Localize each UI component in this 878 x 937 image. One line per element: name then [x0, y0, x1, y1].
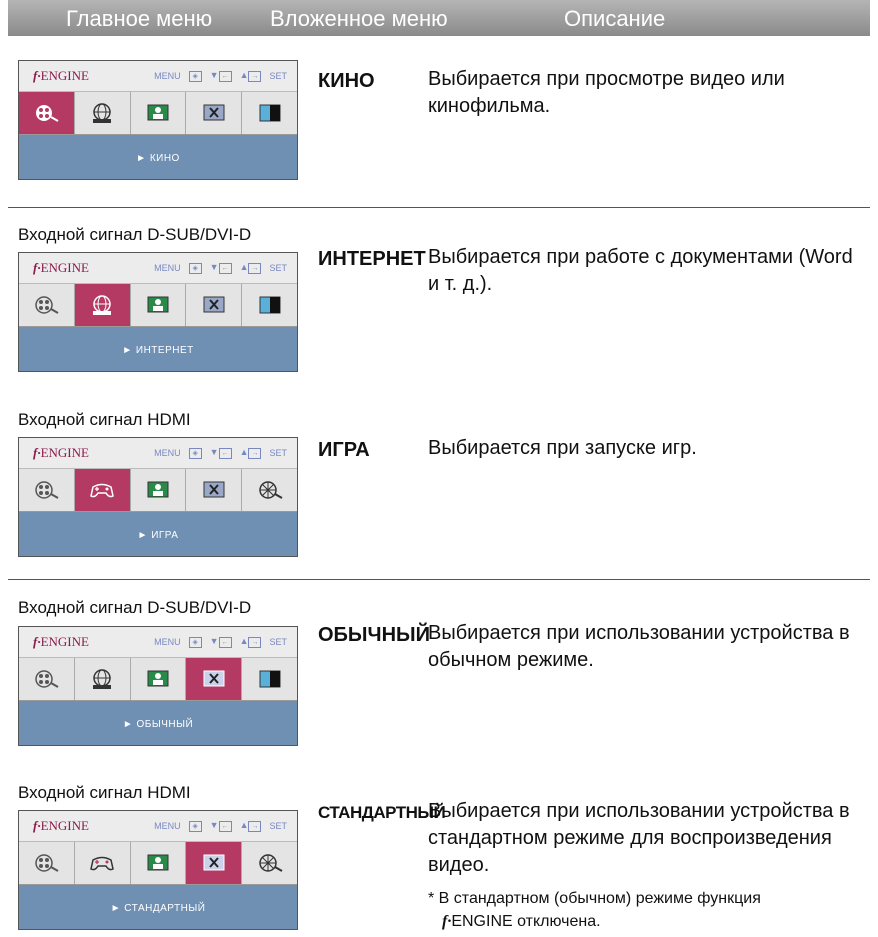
fengine-logo: f·ENGINE	[33, 68, 89, 83]
osd-panel-normal: f·ENGINE MENU ◈ ▼ ← ▲ → SET ► ОБЫЧНЫЙ	[18, 626, 298, 746]
mode-name: СТАНДАРТНЫЙ	[318, 803, 446, 822]
normal-icon	[186, 658, 243, 700]
osd-nav: MENU ◈ ▼ ← ▲ → SET	[154, 636, 287, 648]
mode-name: ОБЫЧНЫЙ	[318, 624, 430, 646]
osd-mode-label: ► СТАНДАРТНЫЙ	[19, 885, 297, 929]
normal-icon	[186, 284, 243, 326]
osd-topbar: f·ENGINE MENU ◈ ▼ ← ▲ → SET	[19, 61, 297, 92]
movie-icon	[19, 284, 75, 326]
osd-mode-label: ► КИНО	[19, 135, 297, 179]
standard-mode-note: * В стандартном (обычном) режиме функция…	[428, 890, 761, 930]
fengine-logo: f·ENGINE	[33, 260, 89, 275]
osd-topbar: f·ENGINE MENU ◈ ▼ ← ▲ → SET	[19, 253, 297, 284]
osd-topbar: f·ENGINE MENU ◈ ▼ ← ▲ → SET	[19, 627, 297, 658]
mode-name: ИГРА	[318, 439, 370, 461]
input-caption: Входной сигнал D-SUB/DVI-D	[18, 225, 252, 244]
gamepad-icon	[74, 469, 131, 511]
mode-name: ИНТЕРНЕТ	[318, 248, 426, 270]
mode-description: Выбирается при работе с документами (Wor…	[428, 246, 853, 295]
mode-description: Выбирается при запуске игр.	[428, 437, 697, 459]
osd-panel-movie: f·ENGINE MENU ◈ ▼ ← ▲ → SET ► КИНО	[18, 60, 298, 180]
contrast-icon	[242, 92, 297, 134]
osd-nav: MENU ◈ ▼ ← ▲ → SET	[154, 447, 287, 459]
osd-mode-label: ► ОБЫЧНЫЙ	[19, 701, 297, 745]
contrast-icon	[242, 658, 297, 700]
normal-icon	[186, 92, 243, 134]
picture-icon	[130, 92, 187, 134]
picture-icon	[130, 842, 187, 884]
mode-name: КИНО	[318, 70, 375, 92]
osd-mode-label: ► ИНТЕРНЕТ	[19, 327, 297, 371]
divider	[8, 579, 870, 580]
osd-nav: MENU ◈ ▼ ← ▲ → SET	[154, 262, 287, 274]
fengine-logo: f·ENGINE	[33, 445, 89, 460]
picture-icon	[130, 284, 187, 326]
input-caption: Входной сигнал HDMI	[18, 410, 191, 429]
table-header: Главное меню Вложенное меню Описание	[8, 0, 870, 36]
mode-description: Выбирается при просмотре видео или киноф…	[428, 68, 785, 117]
divider	[8, 207, 870, 208]
osd-topbar: f·ENGINE MENU ◈ ▼ ← ▲ → SET	[19, 811, 297, 842]
picture-icon	[130, 469, 187, 511]
fengine-logo: f·ENGINE	[33, 818, 89, 833]
header-description: Описание	[564, 6, 666, 31]
osd-nav: MENU ◈ ▼ ← ▲ → SET	[154, 820, 287, 832]
internet-icon	[74, 658, 131, 700]
input-caption: Входной сигнал D-SUB/DVI-D	[18, 598, 252, 617]
movie-icon	[19, 658, 75, 700]
osd-topbar: f·ENGINE MENU ◈ ▼ ← ▲ → SET	[19, 438, 297, 469]
osd-panel-standard: f·ENGINE MENU ◈ ▼ ← ▲ → SET ► СТАНДАРТНЫЙ	[18, 810, 298, 930]
normal-icon	[186, 469, 243, 511]
gamepad-icon	[74, 842, 131, 884]
osd-panel-internet: f·ENGINE MENU ◈ ▼ ← ▲ → SET ► ИНТЕРНЕТ	[18, 252, 298, 372]
movie-icon	[19, 842, 75, 884]
normal-icon	[186, 842, 243, 884]
mode-description: Выбирается при использовании устройства …	[428, 800, 850, 876]
osd-nav: MENU ◈ ▼ ← ▲ → SET	[154, 70, 287, 82]
internet-icon	[74, 92, 131, 134]
fengine-logo: f·	[442, 913, 452, 930]
header-submenu: Вложенное меню	[270, 6, 448, 31]
movie-icon	[19, 92, 75, 134]
movie-icon	[19, 469, 75, 511]
film-reel-icon	[242, 842, 297, 884]
fengine-logo: f·ENGINE	[33, 634, 89, 649]
osd-mode-label: ► ИГРА	[19, 512, 297, 556]
header-main-menu: Главное меню	[66, 6, 213, 31]
internet-icon	[74, 284, 131, 326]
picture-icon	[130, 658, 187, 700]
film-reel-icon	[242, 469, 297, 511]
contrast-icon	[242, 284, 297, 326]
osd-panel-game: f·ENGINE MENU ◈ ▼ ← ▲ → SET ► ИГРА	[18, 437, 298, 557]
mode-description: Выбирается при использовании устройства …	[428, 622, 850, 671]
input-caption: Входной сигнал HDMI	[18, 783, 191, 802]
